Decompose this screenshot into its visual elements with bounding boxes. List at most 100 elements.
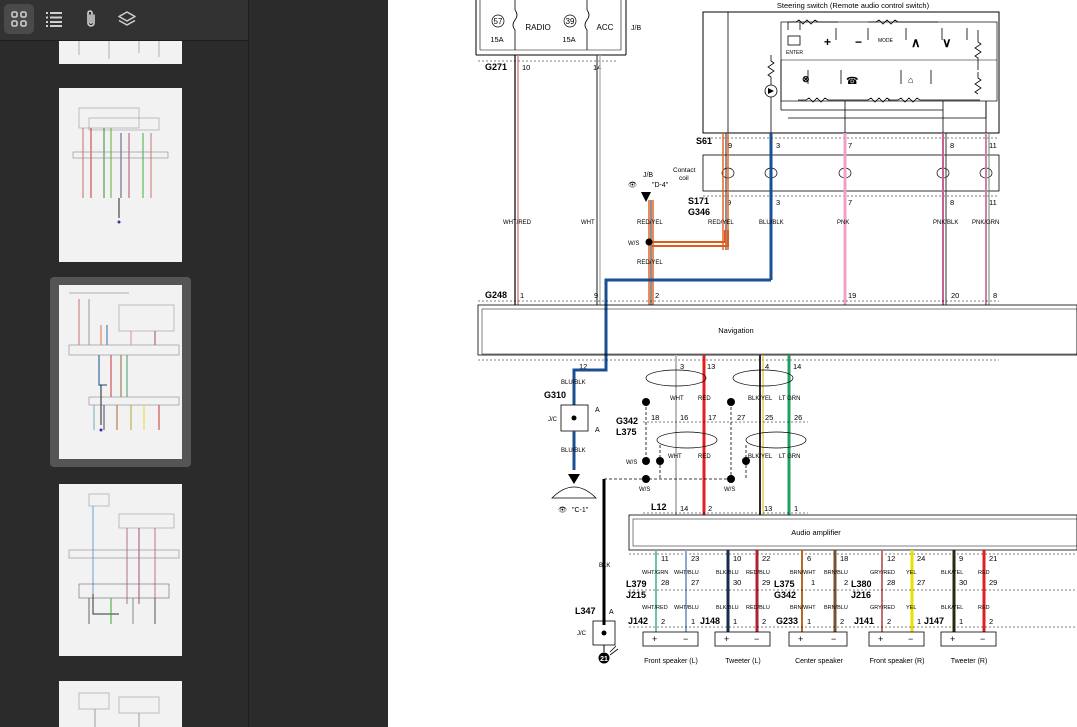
s171-pin-8: 8 bbox=[950, 198, 954, 207]
lower-wire-color-9: BLK/YEL bbox=[941, 605, 963, 611]
thumbnail-sidebar bbox=[0, 0, 249, 727]
diagram-glyph: ∨ bbox=[942, 35, 952, 50]
g342-pin-16: 16 bbox=[680, 413, 688, 422]
jb-ref-label: J/B bbox=[643, 172, 653, 179]
blk-label: BLK bbox=[599, 563, 610, 569]
amp-pin-24: 24 bbox=[917, 554, 925, 563]
c1-eye-icon: 👁 bbox=[558, 506, 567, 514]
s171-pin-11: 11 bbox=[989, 198, 997, 207]
diagram-glyph: − bbox=[855, 35, 862, 49]
mid2-pin-5: 1 bbox=[811, 578, 815, 587]
l12-pin-14: 14 bbox=[680, 504, 688, 513]
nav-pin-14: 14 bbox=[793, 362, 801, 371]
mid2-pin-10: 29 bbox=[989, 578, 997, 587]
amp-pin-11: 11 bbox=[661, 554, 669, 563]
spk-minus-3: − bbox=[831, 634, 836, 644]
wire-label-red-yel-1: RED/YEL bbox=[637, 220, 663, 226]
contact-coil-label-2: coil bbox=[679, 175, 689, 182]
spk-pin-3: 1 bbox=[733, 617, 737, 626]
amp-pin-12: 12 bbox=[887, 554, 895, 563]
a-label-2: A bbox=[595, 427, 600, 434]
mid-wire-red-1: RED bbox=[698, 396, 711, 402]
amp-pin-6: 6 bbox=[807, 554, 811, 563]
lower-wire-color-7: GRY/RED bbox=[870, 605, 895, 611]
amp-wire-color-5: BRN/WHT bbox=[790, 570, 816, 576]
speaker-tweeter-left: Tweeter (L) bbox=[725, 658, 760, 665]
mid2-pin-9: 30 bbox=[959, 578, 967, 587]
nav-pin-12: 12 bbox=[579, 362, 587, 371]
page-thumbnail-5[interactable] bbox=[59, 681, 182, 727]
connector-l12: L12 bbox=[651, 502, 667, 512]
attachments-icon[interactable] bbox=[76, 4, 106, 34]
a-label-3: A bbox=[609, 609, 614, 616]
spk-pin-5: 1 bbox=[807, 617, 811, 626]
spk-minus-2: − bbox=[754, 634, 759, 644]
ws-label-2: W/S bbox=[626, 460, 637, 466]
connector-l375: L375 bbox=[616, 427, 637, 437]
connector-g248: G248 bbox=[485, 290, 507, 300]
connector-g310: G310 bbox=[544, 390, 566, 400]
fuse-57-amp: 15A bbox=[490, 35, 503, 44]
amp-pin-21: 21 bbox=[989, 554, 997, 563]
amp-pin-18: 18 bbox=[840, 554, 848, 563]
spk-pin-10: 2 bbox=[989, 617, 993, 626]
page-thumbnail-3[interactable] bbox=[59, 285, 182, 459]
spk-plus-4: + bbox=[878, 634, 883, 644]
amp-pin-labels: 11 23 10 22 6 18 12 24 9 21 bbox=[661, 554, 997, 563]
mid-wire-wht-2: WHT bbox=[668, 454, 682, 460]
spk-pin-8: 1 bbox=[917, 617, 921, 626]
mid-wire-blk-yel-1: BLK/YEL bbox=[748, 396, 773, 402]
page-thumbnail-2[interactable] bbox=[59, 88, 182, 262]
page-thumbnail-1[interactable] bbox=[59, 41, 182, 64]
amp-pin-22: 22 bbox=[762, 554, 770, 563]
spk-pin-9: 1 bbox=[959, 617, 963, 626]
ground-number: 21 bbox=[600, 656, 608, 663]
mid2-pin-6: 2 bbox=[844, 578, 848, 587]
amp-pin-23: 23 bbox=[691, 554, 699, 563]
jb-ref-code: "D-4" bbox=[652, 182, 669, 189]
jc-label-1: J/C bbox=[548, 417, 558, 423]
page-thumbnail-4[interactable] bbox=[59, 484, 182, 656]
spk-plus-3: + bbox=[798, 634, 803, 644]
g248-pin-20: 20 bbox=[951, 291, 959, 300]
g342-pin-26: 26 bbox=[794, 413, 802, 422]
amp-wire-color-9: BLK/YEL bbox=[941, 570, 963, 576]
connector-g342: G342 bbox=[616, 416, 638, 426]
ws-label-4: W/S bbox=[724, 487, 735, 493]
lower-wire-color-1: WHT/RED bbox=[642, 605, 668, 611]
jc-label-2: J/C bbox=[577, 631, 587, 637]
spk-minus-1: − bbox=[683, 634, 688, 644]
connector-j148: J148 bbox=[700, 616, 720, 626]
spk-plus-5: + bbox=[950, 634, 955, 644]
mid-wire-wht-1: WHT bbox=[670, 396, 684, 402]
outline-icon[interactable] bbox=[39, 4, 69, 34]
wire-label-blu-blk-2: BLU/BLK bbox=[561, 380, 586, 386]
wire-label-red-yel-2: RED/YEL bbox=[708, 220, 734, 226]
connector-j142: J142 bbox=[628, 616, 648, 626]
sidebar-toolbar bbox=[0, 0, 248, 41]
g342-pin-18: 18 bbox=[651, 413, 659, 422]
diagram-glyph: ∧ bbox=[911, 35, 921, 50]
speaker-center: Center speaker bbox=[795, 658, 844, 665]
lower-wire-color-3: BLK/BLU bbox=[716, 605, 739, 611]
mode-label: MODE bbox=[878, 38, 894, 44]
jb-label: J/B bbox=[631, 25, 641, 32]
nav-pin-4: 4 bbox=[765, 362, 769, 371]
connector-j141: J141 bbox=[854, 616, 874, 626]
spk-pin-6: 2 bbox=[840, 617, 844, 626]
fuse-39-amp: 15A bbox=[562, 35, 575, 44]
document-page[interactable]: 57 39 15A 15A RADIO ACC J/B G271 10 14 S… bbox=[388, 0, 1077, 727]
diagram-glyph: ☎ bbox=[846, 76, 858, 87]
g248-pin-1: 1 bbox=[520, 291, 524, 300]
layers-icon[interactable] bbox=[112, 4, 142, 34]
diagram-glyph: ⌂ bbox=[908, 75, 913, 85]
c1-ref-code: "C-1" bbox=[572, 507, 589, 514]
spk-pin-7: 2 bbox=[887, 617, 891, 626]
wire-label-wht-red: WHT/RED bbox=[503, 220, 532, 226]
lower-wire-color-2: WHT/BLU bbox=[674, 605, 699, 611]
speaker-front-right: Front speaker (R) bbox=[870, 658, 925, 665]
wire-label-pnk-grn: PNK/GRN bbox=[972, 220, 999, 226]
amp-wire-color-4: RED/BLU bbox=[746, 570, 770, 576]
g342-pin-25: 25 bbox=[765, 413, 773, 422]
thumbnails-icon[interactable] bbox=[4, 4, 34, 34]
